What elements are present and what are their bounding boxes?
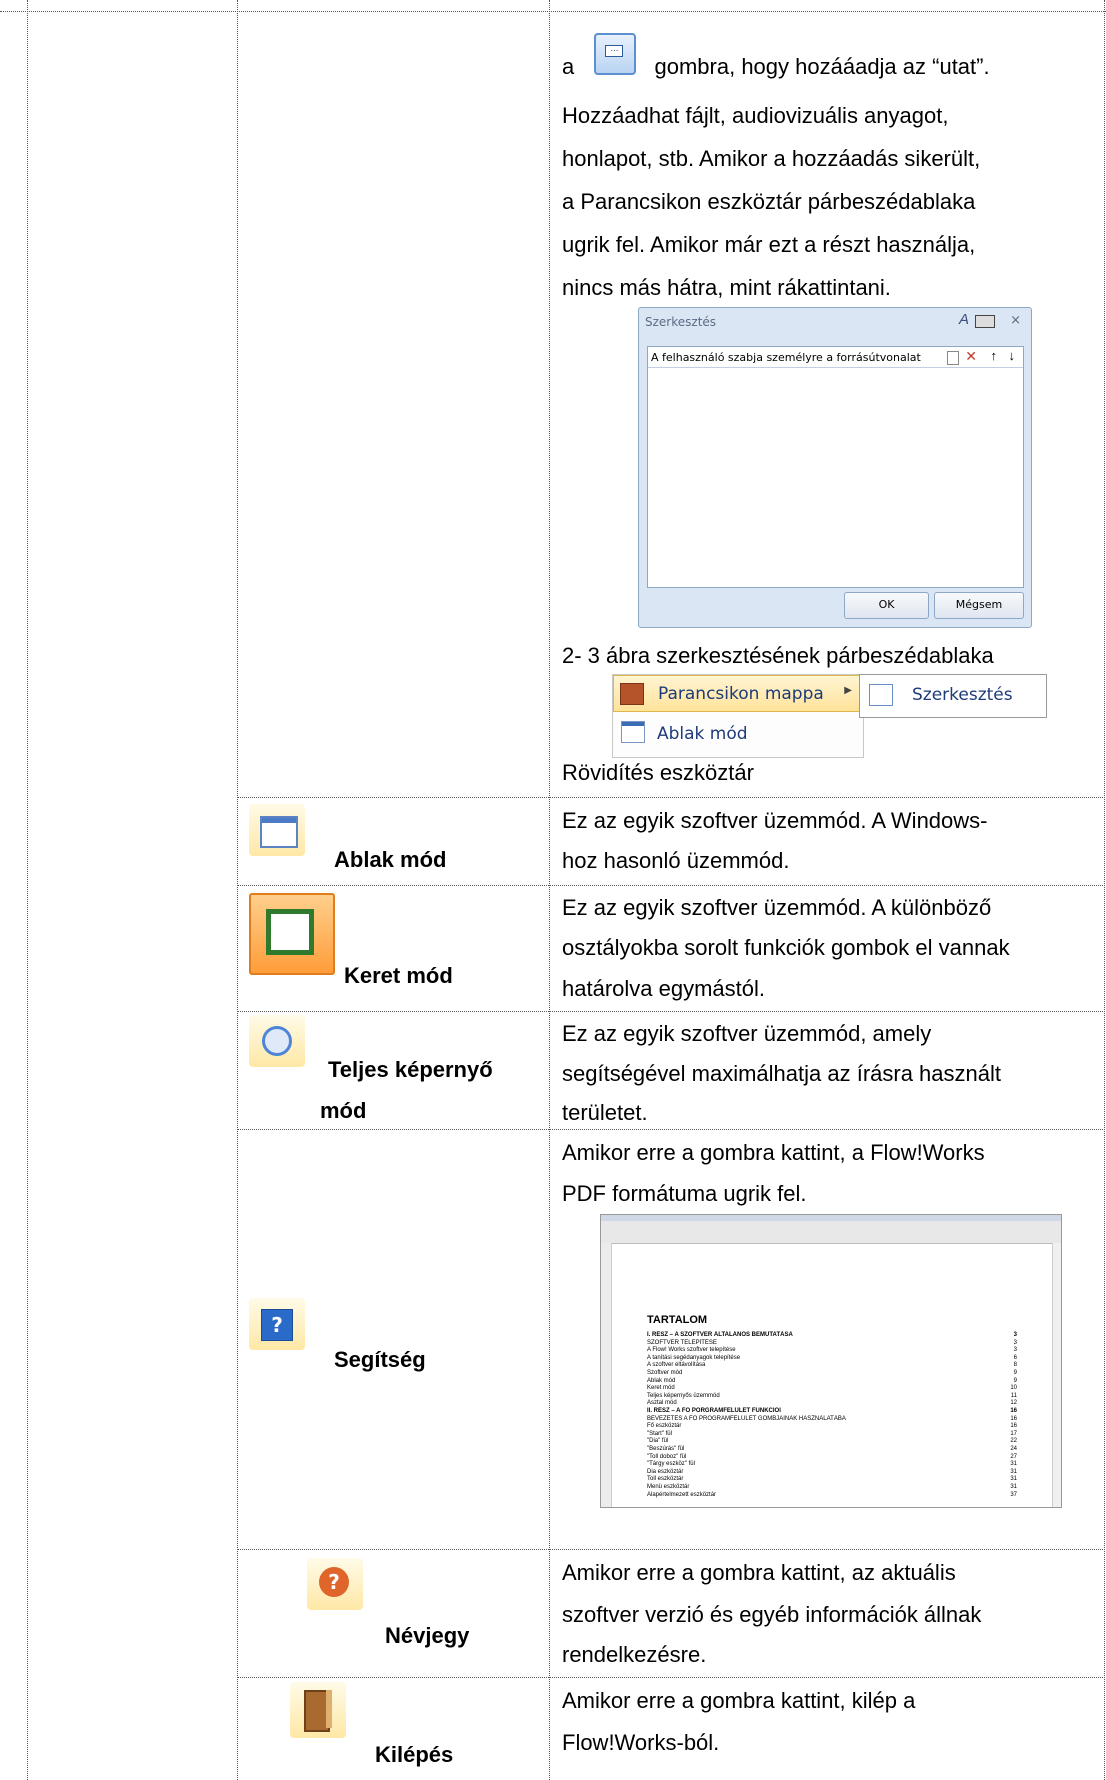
table-border-top <box>0 11 1106 12</box>
intro-line-3: honlapot, stb. Amikor a hozzáadás sikerü… <box>562 146 981 171</box>
row-desc: Ez az egyik szoftver üzemmód, amely <box>562 1021 932 1046</box>
arrow-up-icon: ↑ <box>990 348 998 363</box>
shortcut-folder-icon <box>620 683 644 705</box>
row-desc: PDF formátuma ugrik fel. <box>562 1181 807 1206</box>
window-mode-icon <box>249 804 305 856</box>
row-desc: határolva egymástól. <box>562 976 765 1001</box>
row-desc: hoz hasonló üzemmód. <box>562 848 790 873</box>
dialog-caption: 2- 3 ábra szerkesztésének párbeszédablak… <box>562 643 994 668</box>
row-desc: szoftver verzió és egyéb információk áll… <box>562 1602 982 1627</box>
row-desc: osztályokba sorolt funkciók gombok el va… <box>562 935 1010 960</box>
row-divider <box>237 1011 1105 1012</box>
menu-item-window-mode: Ablak mód <box>657 724 748 744</box>
row-divider <box>237 797 1105 798</box>
row-divider <box>237 885 1105 886</box>
table-border-col1 <box>237 0 238 1780</box>
chevron-right-icon: ▶ <box>844 685 852 696</box>
row-desc: Ez az egyik szoftver üzemmód. A Windows- <box>562 808 988 833</box>
intro-line-5: ugrik fel. Amikor már ezt a részt haszná… <box>562 232 976 257</box>
row-label: Segítség <box>334 1347 426 1372</box>
new-item-icon <box>947 351 959 365</box>
intro-line-1: a ... gombra, hogy hozááadja az “utat”. <box>562 33 990 89</box>
window-mode-small-icon <box>621 721 645 743</box>
row-desc: területet. <box>562 1100 648 1125</box>
row-desc: Amikor erre a gombra kattint, kilép a <box>562 1688 916 1713</box>
arrow-down-icon: ↓ <box>1008 348 1016 363</box>
row-desc: segítségével maximálhatja az írásra hasz… <box>562 1061 1001 1086</box>
dialog-ok-button: OK <box>844 592 929 619</box>
intro-line-4: a Parancsikon eszköztár párbeszédablaka <box>562 189 976 214</box>
row-label-cont: mód <box>320 1098 367 1123</box>
menu-item-label: Parancsikon mappa <box>658 684 824 704</box>
table-border-right <box>1104 0 1105 1780</box>
edit-icon <box>869 684 893 706</box>
dialog-title: Szerkesztés <box>645 315 717 329</box>
row-divider <box>237 1129 1105 1130</box>
pdf-toc-entry: Alapértelmezett eszköztár 37 <box>647 1491 1017 1498</box>
path-list-panel: A felhasználó szabja személyre a forrású… <box>647 346 1024 588</box>
submenu-edit-label: Szerkesztés <box>912 685 1013 705</box>
ellipsis-button-icon: ... <box>594 33 637 75</box>
intro-line-2: Hozzáadhat fájlt, audiovizuális anyagot, <box>562 103 949 128</box>
row-label: Keret mód <box>344 963 453 988</box>
frame-mode-icon <box>249 893 335 975</box>
pdf-screenshot: TARTALOM I. RÉSZ – A SZOFTVER ÁLTALÁNOS … <box>600 1214 1062 1508</box>
keyboard-icon <box>975 315 995 328</box>
about-icon: ? <box>307 1558 363 1610</box>
pdf-heading: TARTALOM <box>647 1314 708 1326</box>
row-label: Névjegy <box>385 1623 470 1648</box>
row-label: Ablak mód <box>334 847 447 872</box>
pdf-sidebar <box>601 1243 612 1507</box>
menu-item-shortcut-folder: Parancsikon mappa ▶ <box>613 675 861 712</box>
help-icon: ? <box>249 1298 305 1350</box>
row-desc: Amikor erre a gombra kattint, a Flow!Wor… <box>562 1140 985 1165</box>
row-label: Teljes képernyő <box>328 1057 493 1082</box>
row-desc: Amikor erre a gombra kattint, az aktuáli… <box>562 1560 956 1585</box>
dialog-cancel-button: Mégsem <box>934 592 1024 619</box>
close-icon: × <box>1010 313 1021 328</box>
fullscreen-mode-icon <box>249 1015 305 1067</box>
row-desc: rendelkezésre. <box>562 1642 707 1667</box>
pdf-toolbar <box>601 1221 1061 1244</box>
exit-door-icon <box>290 1682 346 1738</box>
pdf-scrollbar <box>1052 1243 1061 1507</box>
table-border-col2 <box>549 0 550 1780</box>
menu-caption: Rövidítés eszköztár <box>562 760 754 785</box>
row-divider <box>237 1677 1105 1678</box>
row-label: Kilépés <box>375 1742 454 1767</box>
font-icon: A <box>958 311 969 328</box>
table-border-left <box>27 0 28 1780</box>
row-desc: Flow!Works-ból. <box>562 1730 720 1755</box>
row-divider <box>237 1549 1105 1550</box>
delete-icon: ✕ <box>965 348 977 364</box>
shortcut-menu-screenshot: Parancsikon mappa ▶ Ablak mód <box>612 674 864 758</box>
edit-dialog-screenshot: Szerkesztés A × A felhasználó szabja sze… <box>638 307 1032 628</box>
row-desc: Ez az egyik szoftver üzemmód. A különböz… <box>562 895 992 920</box>
intro-line-6: nincs más hátra, mint rákattintani. <box>562 275 891 300</box>
submenu-edit: Szerkesztés <box>859 674 1047 718</box>
